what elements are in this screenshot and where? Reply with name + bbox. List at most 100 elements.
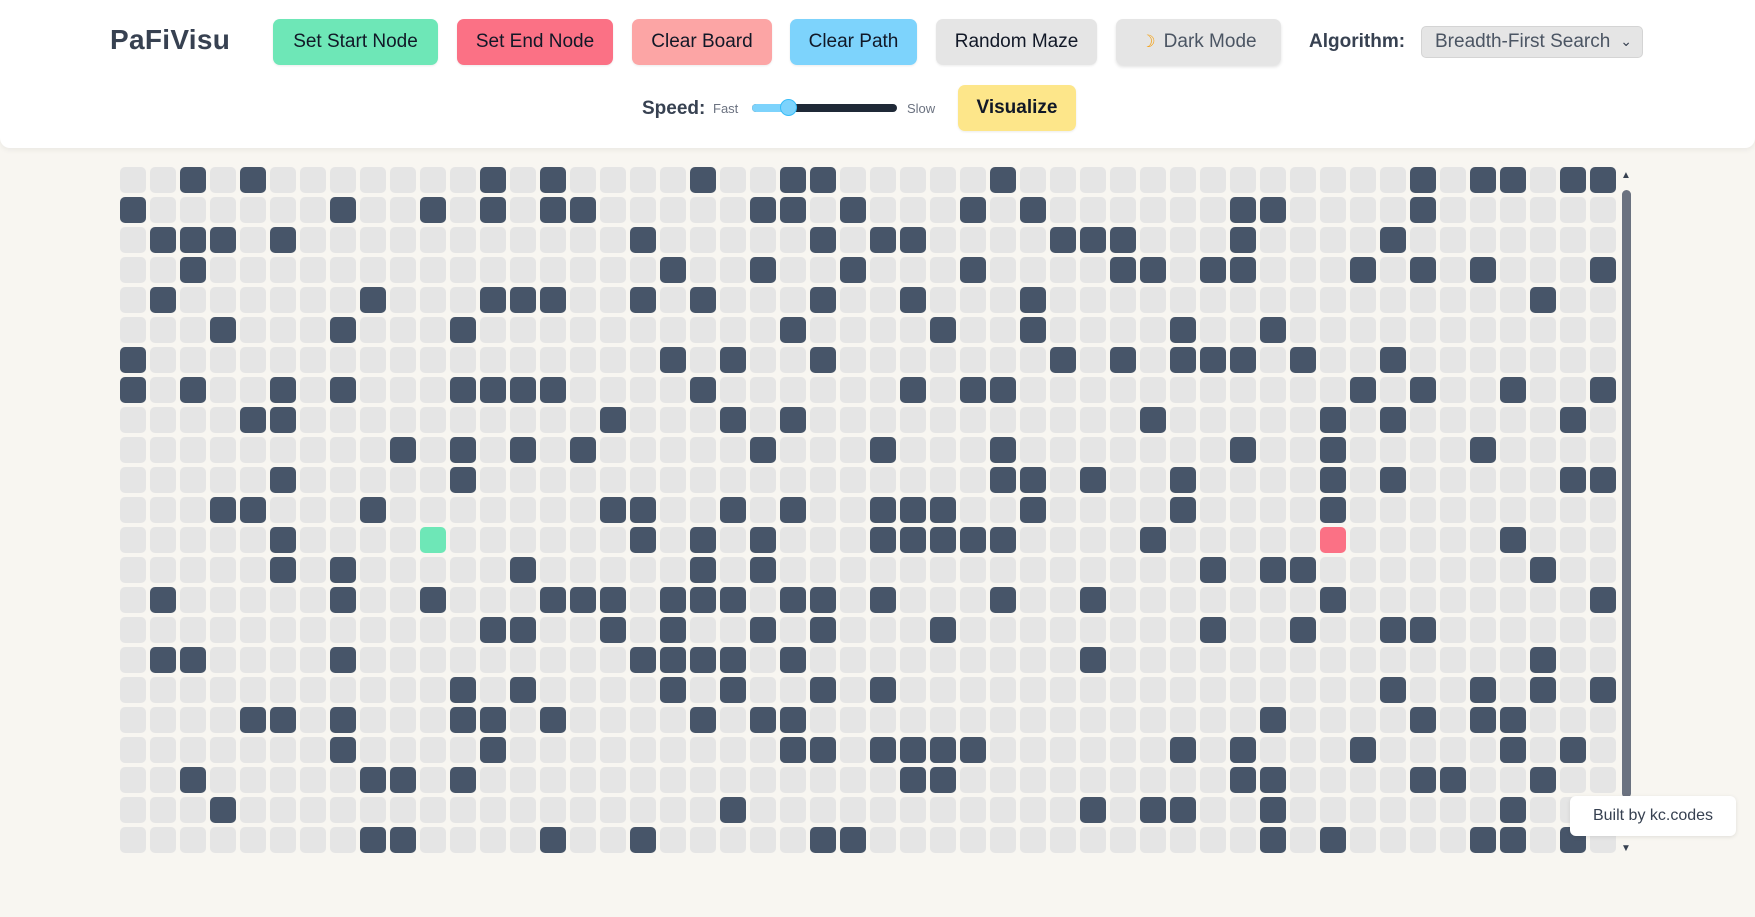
- grid-cell[interactable]: [1050, 407, 1076, 433]
- grid-cell[interactable]: [390, 557, 416, 583]
- grid-cell[interactable]: [990, 497, 1016, 523]
- grid-cell[interactable]: [1260, 437, 1286, 463]
- grid-cell[interactable]: [960, 767, 986, 793]
- grid-cell[interactable]: [150, 767, 176, 793]
- grid-cell[interactable]: [600, 557, 626, 583]
- grid-cell[interactable]: [510, 767, 536, 793]
- wall-cell[interactable]: [450, 467, 476, 493]
- grid-cell[interactable]: [390, 617, 416, 643]
- grid-cell[interactable]: [720, 167, 746, 193]
- wall-cell[interactable]: [1230, 347, 1256, 373]
- grid-cell[interactable]: [660, 377, 686, 403]
- grid-cell[interactable]: [690, 797, 716, 823]
- grid-cell[interactable]: [600, 227, 626, 253]
- grid-cell[interactable]: [840, 677, 866, 703]
- grid-cell[interactable]: [180, 437, 206, 463]
- grid-cell[interactable]: [990, 617, 1016, 643]
- grid-cell[interactable]: [1230, 497, 1256, 523]
- grid-cell[interactable]: [1500, 677, 1526, 703]
- wall-cell[interactable]: [690, 527, 716, 553]
- grid-cell[interactable]: [1410, 497, 1436, 523]
- wall-cell[interactable]: [1560, 467, 1586, 493]
- grid-cell[interactable]: [690, 827, 716, 853]
- grid-cell[interactable]: [1020, 797, 1046, 823]
- grid-cell[interactable]: [960, 827, 986, 853]
- grid-cell[interactable]: [420, 497, 446, 523]
- grid-cell[interactable]: [300, 677, 326, 703]
- grid-cell[interactable]: [1260, 647, 1286, 673]
- grid-cell[interactable]: [270, 347, 296, 373]
- grid-cell[interactable]: [570, 287, 596, 313]
- wall-cell[interactable]: [810, 227, 836, 253]
- grid-cell[interactable]: [1320, 197, 1346, 223]
- grid-cell[interactable]: [960, 167, 986, 193]
- grid-cell[interactable]: [1110, 737, 1136, 763]
- grid-cell[interactable]: [240, 617, 266, 643]
- grid-cell[interactable]: [330, 767, 356, 793]
- grid-cell[interactable]: [900, 677, 926, 703]
- grid-cell[interactable]: [630, 467, 656, 493]
- grid-cell[interactable]: [930, 467, 956, 493]
- wall-cell[interactable]: [810, 617, 836, 643]
- grid-cell[interactable]: [420, 737, 446, 763]
- grid-cell[interactable]: [150, 197, 176, 223]
- wall-cell[interactable]: [900, 737, 926, 763]
- grid-cell[interactable]: [180, 797, 206, 823]
- grid-cell[interactable]: [690, 197, 716, 223]
- grid-cell[interactable]: [1440, 257, 1466, 283]
- grid-cell[interactable]: [1260, 347, 1286, 373]
- grid-cell[interactable]: [1560, 197, 1586, 223]
- wall-cell[interactable]: [1080, 647, 1106, 673]
- grid-cell[interactable]: [1140, 437, 1166, 463]
- grid-cell[interactable]: [900, 407, 926, 433]
- grid-cell[interactable]: [990, 677, 1016, 703]
- wall-cell[interactable]: [1260, 197, 1286, 223]
- grid-cell[interactable]: [540, 347, 566, 373]
- wall-cell[interactable]: [330, 587, 356, 613]
- grid-cell[interactable]: [1470, 287, 1496, 313]
- wall-cell[interactable]: [570, 437, 596, 463]
- grid-cell[interactable]: [1560, 257, 1586, 283]
- grid-cell[interactable]: [1230, 587, 1256, 613]
- wall-cell[interactable]: [660, 677, 686, 703]
- grid-cell[interactable]: [1530, 347, 1556, 373]
- grid-cell[interactable]: [1350, 407, 1376, 433]
- grid-cell[interactable]: [1290, 827, 1316, 853]
- grid-cell[interactable]: [990, 647, 1016, 673]
- grid-cell[interactable]: [120, 227, 146, 253]
- grid-cell[interactable]: [1260, 677, 1286, 703]
- grid-cell[interactable]: [1080, 707, 1106, 733]
- grid-cell[interactable]: [810, 257, 836, 283]
- scrollbar-thumb[interactable]: [1622, 190, 1631, 798]
- wall-cell[interactable]: [630, 827, 656, 853]
- grid-cell[interactable]: [630, 797, 656, 823]
- grid-cell[interactable]: [360, 707, 386, 733]
- wall-cell[interactable]: [1110, 257, 1136, 283]
- grid-cell[interactable]: [660, 767, 686, 793]
- grid-cell[interactable]: [720, 557, 746, 583]
- grid-cell[interactable]: [210, 617, 236, 643]
- grid-cell[interactable]: [120, 437, 146, 463]
- grid-cell[interactable]: [360, 587, 386, 613]
- grid-cell[interactable]: [1020, 527, 1046, 553]
- grid-cell[interactable]: [630, 587, 656, 613]
- grid-cell[interactable]: [420, 617, 446, 643]
- grid-cell[interactable]: [1260, 407, 1286, 433]
- grid-cell[interactable]: [120, 557, 146, 583]
- grid-cell[interactable]: [360, 737, 386, 763]
- grid-cell[interactable]: [750, 407, 776, 433]
- grid-cell[interactable]: [1470, 407, 1496, 433]
- grid-cell[interactable]: [120, 737, 146, 763]
- grid-cell[interactable]: [1530, 797, 1556, 823]
- grid-cell[interactable]: [1290, 677, 1316, 703]
- wall-cell[interactable]: [930, 617, 956, 643]
- wall-cell[interactable]: [360, 827, 386, 853]
- grid-cell[interactable]: [1380, 527, 1406, 553]
- grid-cell[interactable]: [960, 707, 986, 733]
- grid-cell[interactable]: [1350, 467, 1376, 493]
- grid-cell[interactable]: [480, 317, 506, 343]
- grid-cell[interactable]: [1230, 707, 1256, 733]
- grid-cell[interactable]: [1350, 677, 1376, 703]
- grid-cell[interactable]: [330, 287, 356, 313]
- grid-cell[interactable]: [1410, 587, 1436, 613]
